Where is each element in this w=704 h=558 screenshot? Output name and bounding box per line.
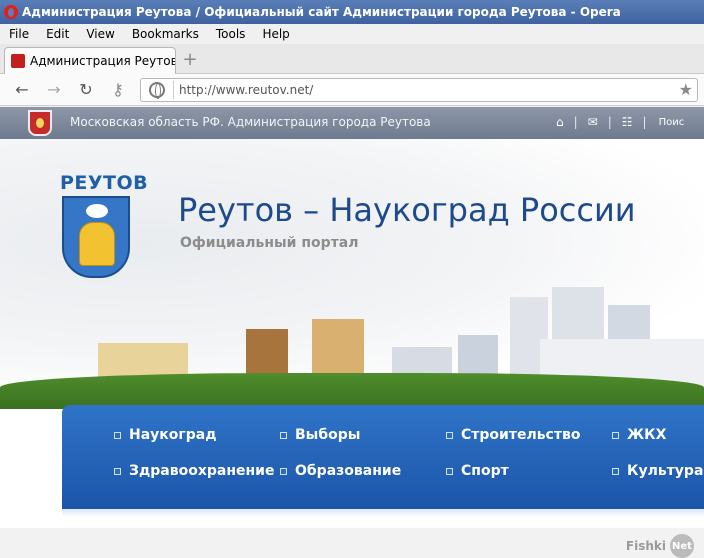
nav-bullet-icon xyxy=(612,431,619,439)
menu-file[interactable]: File xyxy=(0,27,37,41)
forward-arrow-icon[interactable]: → xyxy=(44,80,64,100)
menu-bookmarks[interactable]: Bookmarks xyxy=(123,27,207,41)
nav-link-elections[interactable]: Выборы xyxy=(280,427,360,443)
mail-icon[interactable]: ✉ xyxy=(588,115,598,129)
key-icon[interactable]: ⚷ xyxy=(108,80,128,100)
nav-link-label: Строительство xyxy=(461,427,581,443)
tab-bar: Администрация Реутов... + xyxy=(0,44,704,74)
home-icon[interactable]: ⌂ xyxy=(556,115,564,129)
nav-bullet-icon xyxy=(612,467,619,475)
nav-panel-shadow xyxy=(62,509,704,517)
nav-link-label: Наукоград xyxy=(129,427,217,443)
coat-of-arms-icon[interactable] xyxy=(62,196,130,278)
dove-icon xyxy=(86,204,108,218)
nav-link-label: Образование xyxy=(295,463,402,479)
trees xyxy=(0,373,704,409)
menu-tools[interactable]: Tools xyxy=(207,27,254,41)
opera-logo-icon xyxy=(4,5,18,19)
nav-link-naukograd[interactable]: Наукоград xyxy=(114,427,217,443)
nav-bullet-icon xyxy=(446,467,453,475)
globe-icon xyxy=(149,82,165,99)
search-link[interactable]: Поис xyxy=(659,117,685,128)
icon-divider: | xyxy=(607,115,612,129)
site-top-strip: Московская область РФ. Администрация гор… xyxy=(0,107,704,139)
url-separator xyxy=(173,81,174,99)
fishki-watermark: Fishki Net xyxy=(626,534,694,558)
nav-link-construction[interactable]: Строительство xyxy=(446,427,580,443)
site-top-icons: ⌂ | ✉ | ☷ | Поис xyxy=(556,115,694,129)
city-skyline-image xyxy=(0,279,704,409)
window-title: Администрация Реутова / Официальный сайт… xyxy=(22,5,621,19)
new-tab-icon[interactable]: + xyxy=(182,51,198,69)
page-bottom: Fishki Net xyxy=(0,528,704,558)
menu-help[interactable]: Help xyxy=(253,27,297,41)
menu-bar: File Edit View Bookmarks Tools Help xyxy=(0,24,704,44)
tab-reutov[interactable]: Администрация Реутов... xyxy=(4,47,176,74)
nav-bullet-icon xyxy=(446,431,453,439)
site-subtitle: Официальный портал xyxy=(180,235,359,251)
icon-divider: | xyxy=(573,115,578,129)
menu-view[interactable]: View xyxy=(77,27,122,41)
watermark-badge: Net xyxy=(670,534,694,558)
nav-link-healthcare[interactable]: Здравоохранение xyxy=(114,463,274,479)
nav-link-label: Спорт xyxy=(461,463,509,479)
region-line: Московская область РФ. Администрация гор… xyxy=(70,115,431,129)
nav-link-label: Культура xyxy=(627,463,704,479)
icon-divider: | xyxy=(642,115,647,129)
bell-icon xyxy=(79,222,115,266)
nav-link-culture[interactable]: Культура xyxy=(612,463,703,479)
nav-link-housing[interactable]: ЖКХ xyxy=(612,427,666,443)
coat-of-arms-caption: РЕУТОВ xyxy=(60,172,149,194)
reload-icon[interactable]: ↻ xyxy=(76,80,96,100)
menu-edit[interactable]: Edit xyxy=(37,27,77,41)
watermark-text: Fishki xyxy=(625,539,666,553)
nav-bullet-icon xyxy=(280,431,287,439)
moscow-region-emblem-icon xyxy=(28,110,52,136)
nav-bullet-icon xyxy=(280,467,287,475)
back-arrow-icon[interactable]: ← xyxy=(12,80,32,100)
bookmark-star-icon[interactable]: ★ xyxy=(679,80,693,99)
nav-link-education[interactable]: Образование xyxy=(280,463,401,479)
page-content: РЕУТОВ Реутов – Наукоград России Официал… xyxy=(0,139,704,528)
url-text[interactable]: http://www.reutov.net/ xyxy=(179,83,313,97)
nav-link-sport[interactable]: Спорт xyxy=(446,463,509,479)
nav-bullet-icon xyxy=(114,431,121,439)
nav-link-label: ЖКХ xyxy=(627,427,667,443)
tab-label: Администрация Реутов... xyxy=(30,54,176,68)
sitemap-icon[interactable]: ☷ xyxy=(622,115,633,129)
address-bar[interactable]: http://www.reutov.net/ ★ xyxy=(140,78,698,102)
navigation-toolbar: ← → ↻ ⚷ http://www.reutov.net/ ★ xyxy=(0,74,704,106)
window-titlebar: Администрация Реутова / Официальный сайт… xyxy=(0,0,704,24)
site-title: Реутов – Наукоград России xyxy=(178,191,636,229)
nav-link-label: Выборы xyxy=(295,427,361,443)
nav-link-label: Здравоохранение xyxy=(129,463,275,479)
site-favicon-icon xyxy=(11,54,25,68)
main-navigation-panel: Наукоград Выборы Строительство ЖКХ Здрав… xyxy=(62,405,704,509)
nav-bullet-icon xyxy=(114,467,121,475)
